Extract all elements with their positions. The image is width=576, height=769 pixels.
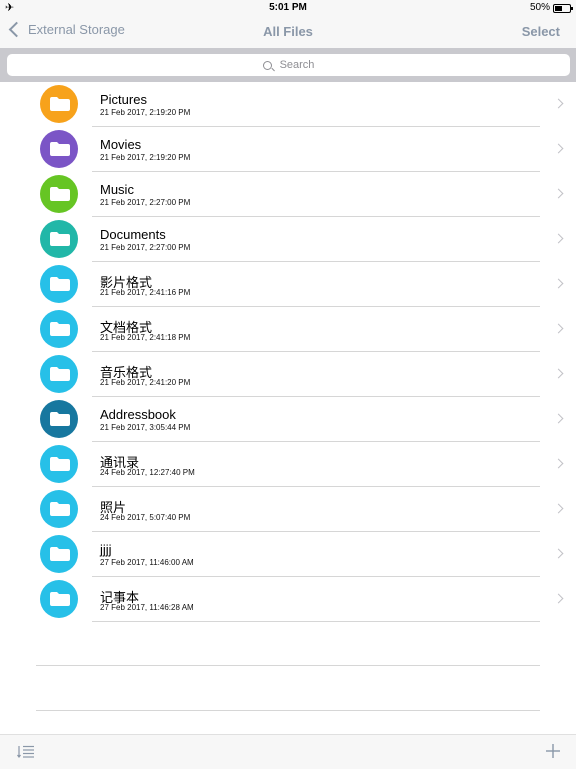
music-folder-icon [50,187,70,201]
file-row[interactable]: 记事本 27 Feb 2017, 11:46:28 AM [0,577,576,622]
file-row[interactable]: Documents 21 Feb 2017, 2:27:00 PM [0,217,576,262]
addressbook-folder-icon [50,412,70,426]
file-name: Movies [100,137,142,152]
file-date: 27 Feb 2017, 11:46:28 AM [100,603,194,612]
chevron-right-icon [553,278,564,289]
row-divider [92,621,540,622]
battery-percentage: 50% [529,2,550,13]
file-row[interactable]: 影片格式 21 Feb 2017, 2:41:16 PM [0,262,576,307]
pictures-folder-icon [50,97,70,111]
chevron-right-icon [553,368,564,379]
chevron-right-icon [553,413,564,424]
file-date: 27 Feb 2017, 11:46:00 AM [100,558,194,567]
chevron-right-icon [553,98,564,109]
file-date: 21 Feb 2017, 2:27:00 PM [100,198,191,207]
file-row[interactable]: 文档格式 21 Feb 2017, 2:41:18 PM [0,307,576,352]
movies-folder-icon [50,142,70,156]
search-area: Search [0,48,576,82]
file-row[interactable]: Music 21 Feb 2017, 2:27:00 PM [0,172,576,217]
empty-row-divider [36,665,540,666]
file-date: 24 Feb 2017, 12:27:40 PM [100,468,195,477]
chevron-right-icon [553,503,564,514]
file-row[interactable]: Movies 21 Feb 2017, 2:19:20 PM [0,127,576,172]
select-button[interactable]: Select [522,24,560,39]
documents-folder-icon [50,232,70,246]
file-date: 21 Feb 2017, 2:41:18 PM [100,333,191,342]
file-date: 21 Feb 2017, 2:41:16 PM [100,288,191,297]
folder-icon [50,367,70,381]
file-date: 21 Feb 2017, 2:19:20 PM [100,153,191,162]
file-date: 21 Feb 2017, 2:19:20 PM [100,108,191,117]
chevron-right-icon [553,548,564,559]
file-date: 21 Feb 2017, 2:41:20 PM [100,378,191,387]
folder-icon [50,502,70,516]
folder-icon [50,592,70,606]
file-row[interactable]: Pictures 21 Feb 2017, 2:19:20 PM [0,82,576,127]
chevron-right-icon [553,323,564,334]
search-icon [262,60,272,70]
sort-list-icon[interactable] [17,745,34,758]
file-date: 21 Feb 2017, 3:05:44 PM [100,423,191,432]
chevron-right-icon [553,188,564,199]
folder-icon [50,457,70,471]
search-input[interactable]: Search [7,54,570,76]
folder-icon [50,547,70,561]
file-name: Addressbook [100,407,176,422]
status-time: 5:01 PM [269,2,307,13]
file-row[interactable]: 音乐格式 21 Feb 2017, 2:41:20 PM [0,352,576,397]
file-name: Pictures [100,92,147,107]
chevron-right-icon [553,233,564,244]
empty-row-divider [36,710,540,711]
chevron-right-icon [553,593,564,604]
file-name: jjjj [100,542,112,557]
chevron-right-icon [553,143,564,154]
file-row[interactable]: 照片 24 Feb 2017, 5:07:40 PM [0,487,576,532]
file-name: Documents [100,227,166,242]
file-row[interactable]: 通讯录 24 Feb 2017, 12:27:40 PM [0,442,576,487]
status-bar: ✈ 5:01 PM 50% [0,0,576,16]
chevron-right-icon [553,458,564,469]
file-date: 24 Feb 2017, 5:07:40 PM [100,513,191,522]
search-placeholder: Search [279,59,315,71]
file-row[interactable]: Addressbook 21 Feb 2017, 3:05:44 PM [0,397,576,442]
battery-icon [553,4,573,13]
folder-icon [50,322,70,336]
file-name: Music [100,182,134,197]
folder-icon [50,277,70,291]
page-title: All Files [263,24,313,39]
file-date: 21 Feb 2017, 2:27:00 PM [100,243,191,252]
file-row[interactable]: jjjj 27 Feb 2017, 11:46:00 AM [0,532,576,577]
bottom-toolbar [0,734,576,769]
plus-icon[interactable] [546,744,560,758]
navigation-bar: External Storage All Files Select [0,16,576,48]
